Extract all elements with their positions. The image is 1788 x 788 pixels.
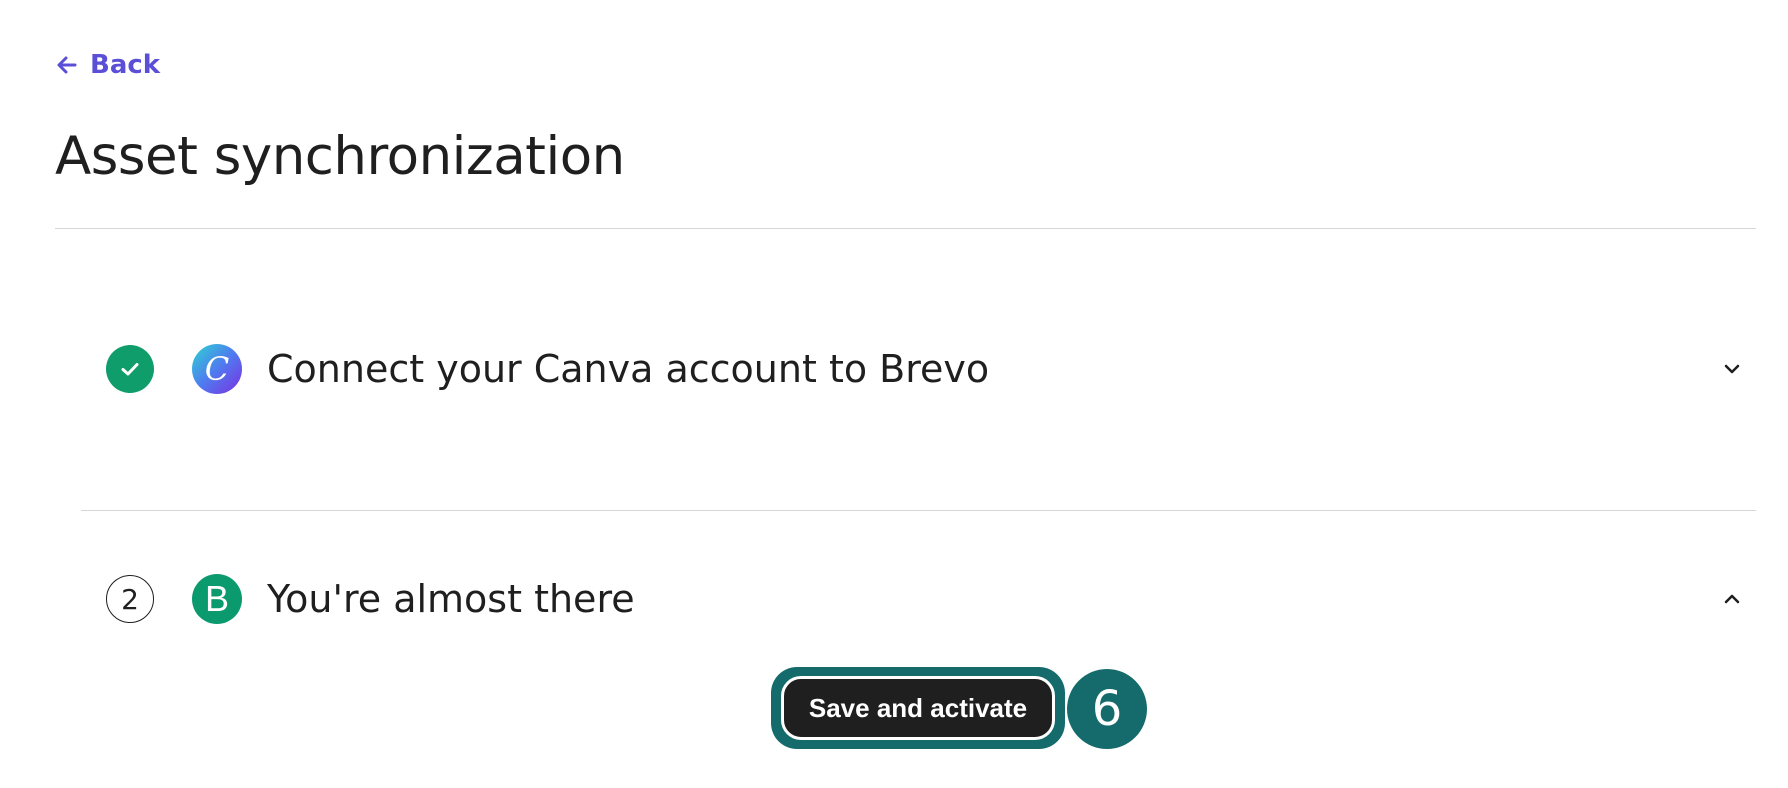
step-complete-badge	[106, 345, 154, 393]
canva-logo: C	[192, 344, 242, 394]
page-title: Asset synchronization	[55, 126, 625, 187]
chevron-down-icon[interactable]	[1718, 355, 1746, 383]
tutorial-step-marker: 6	[1067, 669, 1147, 749]
back-link[interactable]: Back	[56, 50, 160, 80]
save-and-activate-button[interactable]: Save and activate	[781, 676, 1055, 740]
chevron-up-icon[interactable]	[1718, 585, 1746, 613]
step-number-badge: 2	[106, 575, 154, 623]
asset-sync-page: Back Asset synchronization C Connect you…	[0, 0, 1788, 788]
header-divider	[55, 228, 1756, 229]
step-divider	[81, 510, 1756, 511]
step-title: You're almost there	[267, 577, 635, 621]
save-button-highlight: Save and activate	[771, 667, 1065, 749]
step-title: Connect your Canva account to Brevo	[267, 347, 990, 391]
arrow-left-icon	[57, 56, 77, 74]
back-label: Back	[90, 50, 161, 80]
step-connect-canva[interactable]: C Connect your Canva account to Brevo	[106, 341, 1756, 397]
brevo-logo: B	[192, 574, 242, 624]
step-almost-there[interactable]: 2 B You're almost there	[106, 571, 1756, 627]
check-icon	[121, 363, 139, 376]
